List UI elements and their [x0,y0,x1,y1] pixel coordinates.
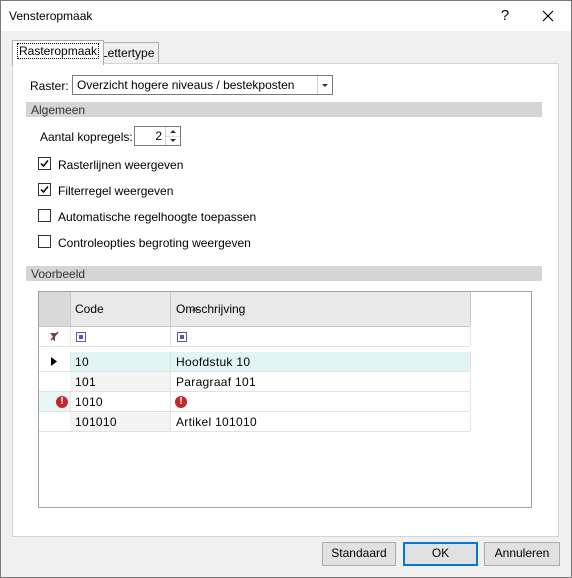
title-bar: Vensteropmaak ? [1,1,571,31]
close-icon [542,10,554,22]
checkbox-rasterlijnen-label: Rasterlijnen weergeven [58,158,184,172]
stepper-down-button[interactable] [166,136,180,145]
cell-omschrijving[interactable]: Hoofdstuk 10 [171,352,471,371]
tab-lettertype[interactable]: Lettertype [96,42,160,64]
stepper-buttons [165,127,180,145]
row-indicator [39,372,71,391]
checkbox-controleopties-label: Controleopties begroting weergeven [58,236,251,250]
preview-grid: Code Omschrijving 10 Hoofdstuk 10 101 Pa… [38,291,532,508]
section-voorbeeld: Voorbeeld [26,266,542,281]
table-row[interactable]: 101 Paragraaf 101 [39,372,471,392]
cell-code[interactable]: 101010 [70,412,171,431]
cell-omschrijving[interactable]: Paragraaf 101 [171,372,471,391]
filter-cell-code[interactable] [70,327,171,346]
raster-dropdown-value: Overzicht hogere niveaus / bestekposten [77,78,295,92]
row-indicator [39,352,71,371]
cell-omschrijving[interactable]: ! [171,392,471,411]
column-header-omschrijving-label: Omschrijving [176,302,246,316]
cell-code-text: 10 [75,355,89,369]
section-algemeen-title: Algemeen [31,103,86,117]
filter-cell-omschrijving[interactable] [171,327,471,346]
error-icon: ! [56,396,68,408]
grid-header: Code Omschrijving [39,292,471,327]
window-title: Vensteropmaak [9,9,93,23]
clear-filter-icon[interactable] [49,331,60,342]
cell-code-text: 101 [75,375,96,389]
checkbox-controleopties[interactable] [38,235,51,248]
kopregels-stepper[interactable]: 2 [134,126,181,146]
row-indicator [39,412,71,431]
kopregels-value: 2 [155,129,162,143]
section-voorbeeld-title: Voorbeeld [31,267,86,281]
close-button[interactable] [537,5,559,27]
checkbox-rasterlijnen[interactable] [38,157,51,170]
current-row-arrow-icon [51,357,57,366]
filter-row [39,327,471,347]
row-indicator-header [39,292,71,326]
cell-code[interactable]: 1010 [70,392,171,411]
cell-omschrijving-text: Paragraaf 101 [176,375,256,389]
row-indicator: ! [39,392,71,411]
raster-label: Raster: [30,79,69,93]
ok-button[interactable]: OK [403,542,478,566]
standaard-button[interactable]: Standaard [322,542,396,566]
filter-row-indicator [39,327,71,346]
filter-operator-icon[interactable] [177,332,187,342]
help-button[interactable]: ? [495,5,515,27]
tab-rasteropmaak[interactable]: Rasteropmaak [12,40,105,65]
chevron-down-icon[interactable] [317,76,332,94]
cell-code-text: 101010 [75,415,117,429]
checkbox-regelhoogte-label: Automatische regelhoogte toepassen [58,210,257,224]
raster-dropdown[interactable]: Overzicht hogere niveaus / bestekposten [72,75,333,95]
annuleren-button[interactable]: Annuleren [484,542,560,566]
cell-code-text: 1010 [75,395,103,409]
table-row[interactable]: 10 Hoofdstuk 10 [39,352,471,372]
table-row[interactable]: 101010 Artikel 101010 [39,412,471,432]
section-algemeen: Algemeen [26,102,542,117]
error-icon: ! [175,396,187,408]
cell-omschrijving-text: Hoofdstuk 10 [176,355,251,369]
cell-omschrijving[interactable]: Artikel 101010 [171,412,471,431]
checkmark-icon [40,160,49,168]
column-header-omschrijving[interactable]: Omschrijving [171,292,471,326]
cell-omschrijving-text: Artikel 101010 [176,415,257,429]
cell-code[interactable]: 10 [70,352,171,371]
kopregels-label: Aantal kopregels: [40,130,133,144]
checkbox-filterregel-label: Filterregel weergeven [58,184,174,198]
table-row[interactable]: ! 1010 ! [39,392,471,412]
checkbox-regelhoogte[interactable] [38,209,51,222]
column-header-code-label: Code [75,302,104,316]
cell-code[interactable]: 101 [70,372,171,391]
filter-operator-icon[interactable] [76,332,86,342]
checkmark-icon [40,186,49,194]
checkbox-filterregel[interactable] [38,183,51,196]
column-header-code[interactable]: Code [70,292,199,326]
tab-rasteropmaak-label: Rasteropmaak [17,43,100,59]
